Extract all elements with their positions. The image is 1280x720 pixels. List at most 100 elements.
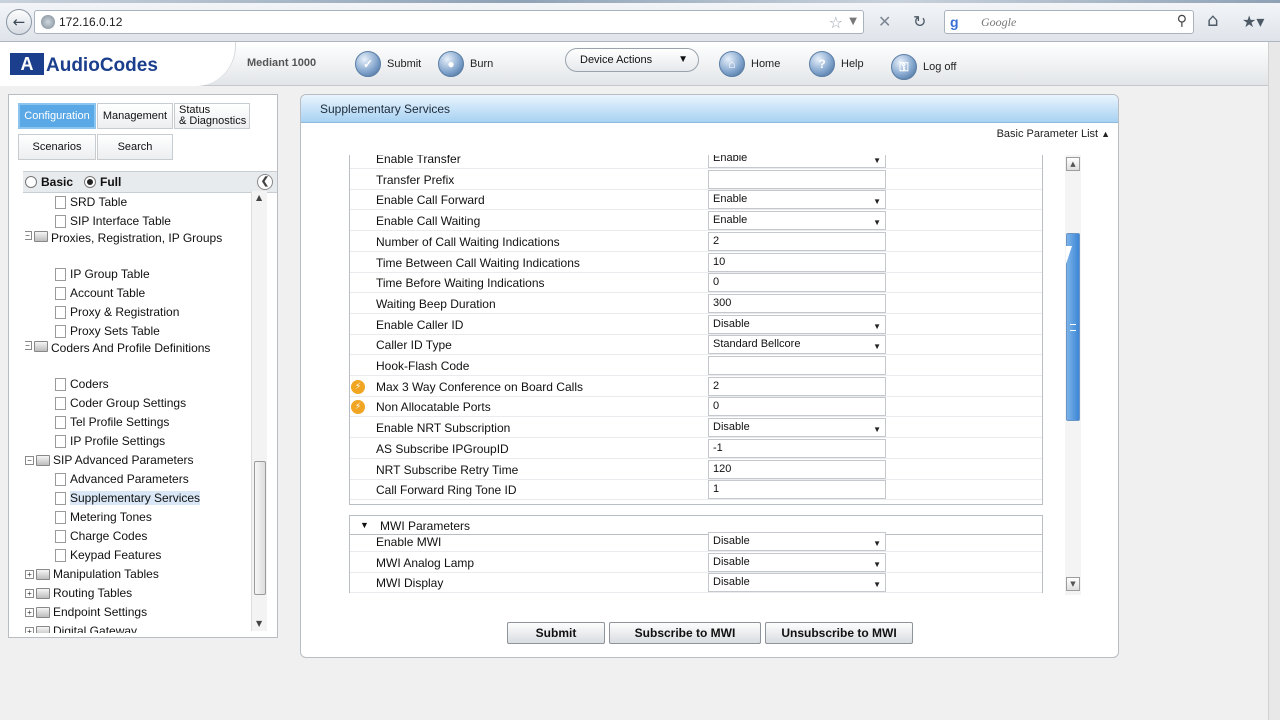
parameter-input[interactable]: -1 [708, 438, 886, 458]
home-icon[interactable]: ⌂ [1207, 10, 1218, 31]
navigation-panel: Configuration Management Status & Diagno… [8, 94, 278, 638]
parameter-input[interactable]: 10 [708, 252, 886, 272]
scroll-up-icon[interactable]: ▲ [1066, 157, 1080, 171]
tree-item[interactable]: Coder Group Settings [55, 394, 186, 412]
bookmark-star-icon[interactable]: ☆ [829, 13, 843, 32]
parameter-input[interactable]: 300 [708, 293, 886, 313]
tree-item[interactable]: Keypad Features [55, 546, 161, 564]
tree-item[interactable]: Metering Tones [55, 508, 152, 526]
burn-button[interactable]: ● Burn [438, 49, 493, 79]
device-actions-dropdown[interactable]: Device Actions ▼ [565, 48, 699, 72]
collapse-icon[interactable]: − [25, 231, 32, 240]
tab-configuration[interactable]: Configuration [18, 103, 96, 129]
parameter-select[interactable]: Enable [708, 155, 886, 169]
unsubscribe-mwi-button[interactable]: Unsubscribe to MWI [765, 622, 913, 644]
parameter-input[interactable] [708, 169, 886, 189]
scroll-down-icon[interactable]: ▼ [256, 619, 262, 628]
expand-icon[interactable]: + [25, 626, 34, 633]
parameter-select[interactable]: Enable [708, 190, 886, 210]
expand-icon[interactable]: + [25, 569, 34, 579]
parameter-label: Time Between Call Waiting Indications [376, 255, 580, 270]
tree-item[interactable]: + Digital Gateway [25, 622, 137, 633]
chevron-down-icon: ▼ [360, 520, 369, 530]
bookmarks-icon[interactable]: ★▾ [1242, 12, 1264, 31]
form-scrollbar[interactable]: ▲ ▼ [1065, 155, 1081, 595]
parameter-label: MWI Analog Lamp [376, 555, 475, 570]
tree-item[interactable]: Charge Codes [55, 527, 147, 545]
address-bar[interactable]: 172.16.0.12 ☆ ▼ [34, 10, 864, 34]
parameter-label: Enable Transfer [376, 155, 461, 166]
collapse-icon[interactable]: − [25, 455, 34, 465]
parameter-select[interactable]: Disable [708, 314, 886, 335]
tab-management[interactable]: Management [97, 103, 173, 129]
tree-item[interactable]: + Endpoint Settings [25, 603, 147, 621]
tree-scrollbar[interactable]: ▲ ▼ [251, 191, 267, 631]
logo-text: AudioCodes [46, 55, 158, 76]
search-input[interactable]: g Google ⚲ [944, 10, 1194, 34]
parameter-select[interactable]: Enable [708, 211, 886, 231]
tree-item[interactable]: Account Table [55, 284, 145, 302]
logoff-button[interactable]: ⚿ Log off [891, 52, 956, 82]
help-button[interactable]: ? Help [809, 49, 864, 79]
tree-item[interactable]: − Proxies, Registration, IP Groups [25, 231, 233, 263]
home-button[interactable]: ⌂ Home [719, 49, 780, 79]
param-list-label: Basic Parameter List [996, 128, 1099, 140]
search-icon[interactable]: ⚲ [1177, 13, 1187, 29]
tree-item-label: Coders [70, 377, 109, 391]
tree-item[interactable]: Proxy Sets Table [55, 322, 160, 340]
parameter-input[interactable]: 0 [708, 273, 886, 293]
scroll-down-icon[interactable]: ▼ [1066, 577, 1080, 591]
tab-search[interactable]: Search [97, 134, 173, 160]
subscribe-mwi-button[interactable]: Subscribe to MWI [609, 622, 761, 644]
tree-item[interactable]: Proxy & Registration [55, 303, 179, 321]
parameter-select[interactable]: Disable [708, 532, 886, 552]
parameter-input[interactable]: 0 [708, 397, 886, 417]
tree-item[interactable]: + Routing Tables [25, 584, 132, 602]
tree-item[interactable]: SRD Table [55, 193, 127, 211]
scroll-up-icon[interactable]: ▲ [256, 193, 262, 202]
parameter-row: NRT Subscribe Retry Time 120 [350, 459, 1042, 480]
parameter-input[interactable]: 2 [708, 376, 886, 396]
reload-icon[interactable]: ↻ [913, 12, 926, 31]
parameter-input[interactable]: 1 [708, 480, 886, 500]
full-radio[interactable] [84, 176, 96, 188]
tree-item[interactable]: − SIP Advanced Parameters [25, 451, 194, 469]
chevron-down-icon[interactable]: ▼ [849, 16, 857, 27]
collapse-panel-icon[interactable]: ❮ [257, 174, 273, 190]
page-scrollbar[interactable] [1268, 42, 1280, 720]
tree-item[interactable]: − Coders And Profile Definitions [25, 341, 233, 373]
tree-item[interactable]: Supplementary Services [55, 489, 201, 507]
home-label: Home [751, 58, 781, 70]
tree-item[interactable]: Advanced Parameters [55, 470, 189, 488]
submit-button[interactable]: ✓ Submit [355, 49, 421, 79]
logoff-label: Log off [923, 61, 957, 73]
tree-item[interactable]: Tel Profile Settings [55, 413, 169, 431]
parameter-input[interactable] [708, 356, 886, 375]
collapse-icon[interactable]: − [25, 341, 32, 350]
parameter-select[interactable]: Disable [708, 418, 886, 438]
tree-item[interactable]: IP Profile Settings [55, 432, 165, 450]
tab-status-diagnostics[interactable]: Status & Diagnostics [174, 103, 250, 129]
question-icon: ? [809, 51, 835, 77]
stop-icon[interactable]: ✕ [878, 12, 891, 31]
basic-parameter-list-toggle[interactable]: Basic Parameter List ▲ [997, 128, 1110, 140]
tree-item[interactable]: Coders [55, 375, 109, 393]
parameter-input[interactable]: 120 [708, 459, 886, 479]
expand-icon[interactable]: + [25, 588, 34, 598]
tree-item[interactable]: IP Group Table [55, 265, 150, 283]
back-arrow-icon[interactable]: ← [6, 9, 32, 35]
parameter-select[interactable]: Disable [708, 573, 886, 593]
tree-scroll-thumb[interactable] [254, 461, 266, 595]
parameter-input[interactable]: 2 [708, 231, 886, 251]
page-title: Supplementary Services [301, 95, 1118, 123]
expand-icon[interactable]: + [25, 607, 34, 617]
parameter-select[interactable]: Disable [708, 552, 886, 573]
tree-item[interactable]: + Manipulation Tables [25, 565, 159, 583]
page-icon [55, 286, 66, 300]
parameter-select[interactable]: Standard Bellcore [708, 335, 886, 355]
tab-scenarios[interactable]: Scenarios [18, 134, 96, 160]
basic-radio[interactable] [25, 176, 37, 188]
main-panel: Supplementary Services Basic Parameter L… [300, 94, 1119, 658]
tree-item[interactable]: SIP Interface Table [55, 212, 171, 230]
submit-form-button[interactable]: Submit [507, 622, 605, 644]
